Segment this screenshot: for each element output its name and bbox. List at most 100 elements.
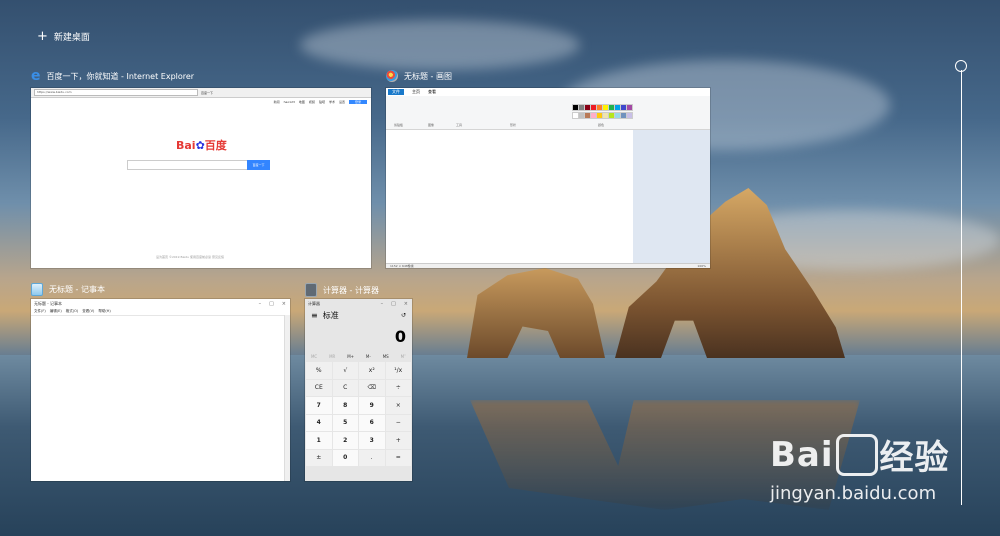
nav-item: 视频 — [308, 100, 315, 104]
paint-window-title[interactable]: 无标题 - 画图 — [386, 70, 452, 82]
plus-icon: + — [37, 28, 48, 44]
rock-small — [467, 268, 605, 358]
notepad-window-thumbnail[interactable]: 无标题 - 记事本 – □ × 文件(F) 编辑(E) 格式(O) 查看(V) 帮助… — [31, 299, 290, 481]
paint-tabs: 文件 主页 查看 — [386, 88, 710, 96]
watermark-url: jingyan.baidu.com — [770, 483, 937, 504]
calculator-icon — [305, 283, 317, 297]
ie-search-button: 百度一下 — [247, 160, 270, 170]
calc-key: + — [385, 432, 411, 449]
maximize-icon: □ — [269, 300, 274, 307]
paint-workspace — [386, 130, 710, 263]
paint-ribbon: 文件 主页 查看 剪贴板 图像 工具 形状 颜色 — [386, 88, 710, 130]
calculator-inner-title: 计算器 — [308, 300, 320, 306]
hamburger-icon: ≡ — [311, 311, 318, 320]
ie-search-input — [127, 160, 249, 170]
ie-window-thumbnail[interactable]: https://www.baidu.com 百度一下 新闻 hao123 地图 … — [31, 88, 371, 268]
calc-key: 0 — [332, 449, 358, 466]
memory-button: M+ — [347, 353, 355, 359]
window-controls: – □ × — [381, 301, 412, 307]
memory-row: MC MR M+ M- MS M˅ — [305, 351, 412, 361]
watermark-main: Bai 经验 — [770, 430, 950, 479]
notepad-title-text: 无标题 - 记事本 — [49, 285, 105, 294]
minimize-icon: – — [380, 300, 384, 307]
zoom-level: 100% — [697, 264, 706, 268]
close-icon: × — [403, 300, 408, 307]
group-shapes: 形状 — [510, 123, 517, 127]
calc-key: ¹/x — [385, 362, 411, 379]
ie-toolbar: https://www.baidu.com 百度一下 — [31, 88, 371, 98]
calculator-keypad: % √ x² ¹/x CE C ⌫ ÷ 7 8 9 × 4 5 6− 1 2 3 + ±0. = — [305, 361, 412, 467]
color-swatch — [626, 104, 633, 111]
baidu-logo: Bai✿百度 — [176, 137, 227, 153]
nav-item: 地图 — [298, 100, 305, 104]
menu-file: 文件(F) — [34, 309, 46, 313]
memory-button: M˅ — [400, 353, 407, 359]
notepad-menu: 文件(F) 编辑(E) 格式(O) 查看(V) 帮助(H) — [31, 308, 290, 316]
calc-key: C — [332, 379, 358, 396]
paw-icon: ✿ — [195, 139, 205, 152]
menu-help: 帮助(H) — [98, 309, 111, 313]
calc-key: 3 — [359, 432, 385, 449]
notepad-window-title[interactable]: 无标题 - 记事本 — [31, 283, 105, 296]
calc-key: 6 — [359, 414, 385, 431]
calc-key: 7 — [306, 397, 332, 414]
paint-title-text: 无标题 - 画图 — [404, 71, 452, 81]
calc-key: √ — [332, 362, 358, 379]
baidu-jingyan-watermark: Bai 经验 jingyan.baidu.com — [770, 430, 950, 504]
ie-nav: 新闻 hao123 地图 视频 贴吧 学术 设置 登录 — [31, 98, 371, 106]
calc-key: 8 — [332, 397, 358, 414]
history-icon: ↺ — [400, 312, 406, 319]
new-desktop-button[interactable]: + 新建桌面 — [37, 28, 90, 44]
menu-format: 格式(O) — [65, 309, 79, 313]
logo-text: Bai — [176, 139, 196, 152]
calculator-window-title[interactable]: 计算器 - 计算器 — [305, 283, 379, 297]
calc-key: × — [385, 397, 411, 414]
calc-key: − — [385, 414, 411, 431]
calc-key: x² — [359, 362, 385, 379]
watermark-text-b: 经验 — [879, 438, 950, 478]
memory-button: M- — [365, 353, 371, 359]
calculator-window-thumbnail[interactable]: 计算器 – □ × ≡ 标准 ↺ 0 MC MR M+ M- MS M˅ % √ x² ¹/x CE C… — [305, 299, 412, 481]
notepad-scrollbar — [284, 315, 290, 481]
tab-home: 主页 — [412, 89, 420, 94]
color-swatch — [626, 112, 633, 119]
ie-window-title[interactable]: e 百度一下，你就知道 - Internet Explorer — [31, 69, 195, 83]
calc-key: 1 — [306, 432, 332, 449]
calculator-display: 0 — [394, 327, 406, 346]
calculator-titlebar: 计算器 – □ × — [305, 299, 412, 308]
login-button: 登录 — [348, 100, 367, 104]
window-controls: – □ × — [259, 301, 290, 307]
tab-view: 查看 — [428, 89, 436, 94]
close-icon: × — [281, 300, 286, 307]
nav-item: 设置 — [338, 100, 345, 104]
notepad-titlebar: 无标题 - 记事本 – □ × — [31, 299, 290, 308]
paint-canvas — [386, 130, 633, 263]
group-tools: 工具 — [456, 123, 463, 127]
memory-button: MS — [382, 353, 389, 359]
calc-key: . — [359, 449, 385, 466]
calc-key: 5 — [332, 414, 358, 431]
calc-key: = — [385, 449, 411, 466]
menu-view: 查看(V) — [82, 309, 95, 313]
logo-text-2: 百度 — [204, 139, 227, 152]
calc-key: % — [306, 362, 332, 379]
paint-status-bar: 1152 × 648像素 100% — [386, 263, 710, 268]
memory-button: MR — [329, 353, 336, 359]
nav-item: 新闻 — [273, 100, 280, 104]
mode-label: 标准 — [322, 311, 339, 320]
nav-item: 学术 — [328, 100, 335, 104]
paint-icon — [386, 70, 398, 82]
group-image: 图像 — [428, 123, 435, 127]
notepad-inner-title: 无标题 - 记事本 — [34, 300, 62, 306]
paint-window-thumbnail[interactable]: 文件 主页 查看 剪贴板 图像 工具 形状 颜色 1152 × 648像素 10… — [386, 88, 710, 268]
paw-icon — [835, 433, 878, 476]
calc-key: ÷ — [385, 379, 411, 396]
nav-item: 贴吧 — [318, 100, 325, 104]
ie-title-text: 百度一下，你就知道 - Internet Explorer — [46, 71, 195, 81]
group-colors: 颜色 — [598, 123, 605, 127]
ie-address-bar: https://www.baidu.com — [34, 89, 198, 96]
calc-key: CE — [306, 379, 332, 396]
new-desktop-label: 新建桌面 — [53, 33, 90, 43]
maximize-icon: □ — [391, 300, 396, 307]
timeline-scrollbar[interactable] — [961, 70, 962, 505]
